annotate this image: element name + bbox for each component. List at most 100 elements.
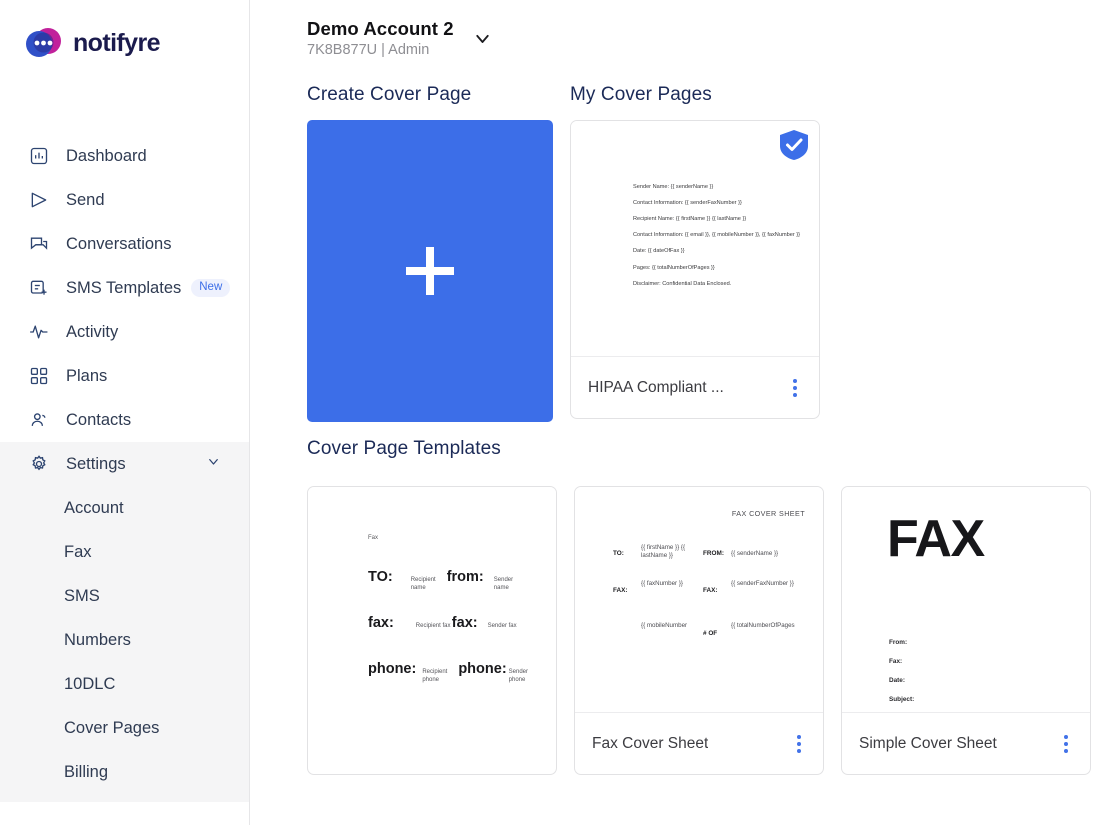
- preview-line: Pages: {{ totalNumberOfPages }}: [633, 264, 715, 271]
- sidebar-item-contacts[interactable]: Contacts: [0, 398, 249, 442]
- alt-left-label: phone:: [368, 661, 417, 678]
- sidebar-item-label: SMS Templates: [66, 278, 182, 297]
- templates-section: Cover Page Templates Fax TO: Recipient n…: [307, 438, 1113, 776]
- sidebar-subitem-sms[interactable]: SMS: [0, 574, 249, 618]
- gear-icon: [28, 453, 50, 475]
- alt-right-label: fax:: [451, 615, 478, 632]
- alt-left-label: fax:: [368, 615, 394, 632]
- sidebar-settings-group: Settings Account Fax SMS Numbers 10DLC C…: [0, 442, 249, 802]
- sidebar-subitem-account[interactable]: Account: [0, 486, 249, 530]
- alt-right-value: Sender fax: [487, 623, 517, 630]
- template-preview: FAX From: Fax: Date: Subject:: [842, 487, 1090, 713]
- cover-page-card-title: HIPAA Compliant ...: [588, 378, 724, 396]
- preview-line: Disclaimer: Confidential Data Enclosed.: [633, 280, 732, 287]
- brand-logo[interactable]: notifyre: [0, 0, 249, 60]
- sidebar-subitem-label: Account: [64, 498, 124, 517]
- template-card-title: Simple Cover Sheet: [859, 734, 997, 752]
- sidebar-subitem-label: Fax: [64, 542, 92, 561]
- templates-row: Fax TO: Recipient name from: Sender name…: [307, 472, 1113, 776]
- chevron-down-icon[interactable]: [206, 454, 221, 474]
- sidebar-item-plans[interactable]: Plans: [0, 354, 249, 398]
- chevron-down-icon[interactable]: [472, 28, 493, 54]
- cover-page-preview: Sender Name: {{ senderName }} Contact In…: [571, 121, 819, 357]
- alt-right-value: Sender name: [493, 577, 514, 591]
- more-vertical-icon[interactable]: [787, 373, 803, 403]
- fcs-to-label: TO:: [613, 550, 624, 558]
- sidebar-item-conversations[interactable]: Conversations: [0, 222, 249, 266]
- preview-line: Sender Name: {{ senderName }}: [633, 184, 714, 191]
- sidebar-item-dashboard[interactable]: Dashboard: [0, 134, 249, 178]
- sidebar-item-label: Settings: [66, 454, 126, 473]
- sidebar-subitem-label: Numbers: [64, 630, 131, 649]
- sidebar-item-label: Plans: [66, 366, 108, 385]
- sidebar-item-activity[interactable]: Activity: [0, 310, 249, 354]
- sidebar-subitem-numbers[interactable]: Numbers: [0, 618, 249, 662]
- fcs-from-value: {{ senderName }}: [731, 550, 779, 558]
- plus-icon: [406, 247, 454, 296]
- preview-line: Date: {{ dateOfFax }}: [633, 248, 685, 255]
- fcs-fax-label: FAX:: [613, 587, 628, 595]
- my-cover-pages-section: My Cover Pages Sender Name: {{ senderNam…: [570, 84, 820, 422]
- sidebar-subitem-fax[interactable]: Fax: [0, 530, 249, 574]
- preview-line: Contact Information: {{ email }}, {{ mob…: [633, 232, 800, 239]
- cover-pages-content: Create Cover Page My Cover Pages Sender …: [250, 84, 1113, 776]
- brand-name: notifyre: [73, 28, 160, 57]
- account-meta: 7K8B877U | Admin: [307, 42, 430, 59]
- more-vertical-icon[interactable]: [1058, 729, 1074, 759]
- user-contact-icon: [28, 409, 50, 431]
- sidebar-item-send[interactable]: Send: [0, 178, 249, 222]
- fcs-fax2-label: FAX:: [703, 587, 718, 595]
- scs-line-date: Date:: [889, 677, 905, 685]
- alt-right-label: from:: [446, 569, 484, 586]
- sidebar-subitem-label: SMS: [64, 586, 100, 605]
- cover-page-card[interactable]: Sender Name: {{ senderName }} Contact In…: [570, 120, 820, 420]
- send-paper-plane-icon: [28, 189, 50, 211]
- template-card-alternate[interactable]: Fax TO: Recipient name from: Sender name…: [307, 486, 557, 776]
- sidebar-nav: Dashboard Send Conversations SMS Templat…: [0, 134, 249, 802]
- more-vertical-icon[interactable]: [791, 729, 807, 759]
- hipaa-preview-text: Sender Name: {{ senderName }} Contact In…: [633, 184, 813, 296]
- create-cover-page-section: Create Cover Page: [307, 84, 553, 423]
- preview-line: Contact Information: {{ senderFaxNumber …: [633, 200, 742, 207]
- chat-bubbles-icon: [28, 233, 50, 255]
- sidebar-new-badge: New: [191, 279, 231, 297]
- sidebar-subitem-cover-pages[interactable]: Cover Pages: [0, 706, 249, 750]
- template-preview: FAX COVER SHEET TO: {{ firstName }} {{ l…: [575, 487, 823, 713]
- fcs-from-label: FROM:: [703, 550, 724, 558]
- my-cover-pages-title: My Cover Pages: [570, 84, 712, 106]
- sidebar-item-sms-templates[interactable]: SMS Templates New: [0, 266, 249, 310]
- templates-section-title: Cover Page Templates: [307, 438, 501, 460]
- main-content: Demo Account 2 7K8B877U | Admin Create C…: [250, 0, 1113, 825]
- sidebar: notifyre Dashboard Send Conversations SM…: [0, 0, 250, 825]
- preview-line: Recipient Name: {{ firstName }} {{ lastN…: [633, 216, 747, 223]
- alt-right-value: Sender phone: [508, 669, 529, 683]
- alt-left-value: Recipient fax: [415, 623, 451, 630]
- scs-header-label: FAX: [887, 510, 985, 569]
- alt-row-phone: phone: Recipient phone phone: Sender pho…: [368, 661, 545, 684]
- template-card-simple-cover-sheet[interactable]: FAX From: Fax: Date: Subject: Simple Cov…: [841, 486, 1091, 776]
- template-document-icon: [28, 277, 50, 299]
- sidebar-item-settings[interactable]: Settings: [0, 442, 249, 486]
- sidebar-item-label: Activity: [66, 322, 119, 341]
- sidebar-item-label: Dashboard: [66, 146, 147, 165]
- sidebar-subitem-label: Billing: [64, 762, 109, 781]
- account-switcher[interactable]: Demo Account 2 7K8B877U | Admin: [250, 0, 1113, 58]
- fcs-to-value: {{ firstName }} {{ lastName }}: [641, 544, 686, 560]
- scs-line-fax: Fax:: [889, 658, 903, 666]
- top-row: Create Cover Page My Cover Pages Sender …: [307, 84, 1113, 423]
- sidebar-subitem-label: 10DLC: [64, 674, 116, 693]
- notifyre-logo-icon: [26, 26, 64, 60]
- template-preview: Fax TO: Recipient name from: Sender name…: [308, 487, 556, 713]
- cover-page-card-footer: HIPAA Compliant ...: [571, 356, 819, 418]
- scs-line-from: From:: [889, 639, 908, 647]
- account-name: Demo Account 2: [307, 18, 454, 39]
- alt-right-label: phone:: [458, 661, 507, 678]
- fcs-pages-value: {{ totalNumberOfPages: [731, 622, 795, 630]
- template-card-fax-cover-sheet[interactable]: FAX COVER SHEET TO: {{ firstName }} {{ l…: [574, 486, 824, 776]
- sidebar-item-label: Contacts: [66, 410, 132, 429]
- sidebar-subitem-10dlc[interactable]: 10DLC: [0, 662, 249, 706]
- template-card-footer: Fax Cover Sheet: [575, 712, 823, 774]
- create-cover-page-button[interactable]: [307, 120, 553, 423]
- alt-left-value: Recipient name: [410, 577, 436, 591]
- sidebar-subitem-billing[interactable]: Billing: [0, 750, 249, 794]
